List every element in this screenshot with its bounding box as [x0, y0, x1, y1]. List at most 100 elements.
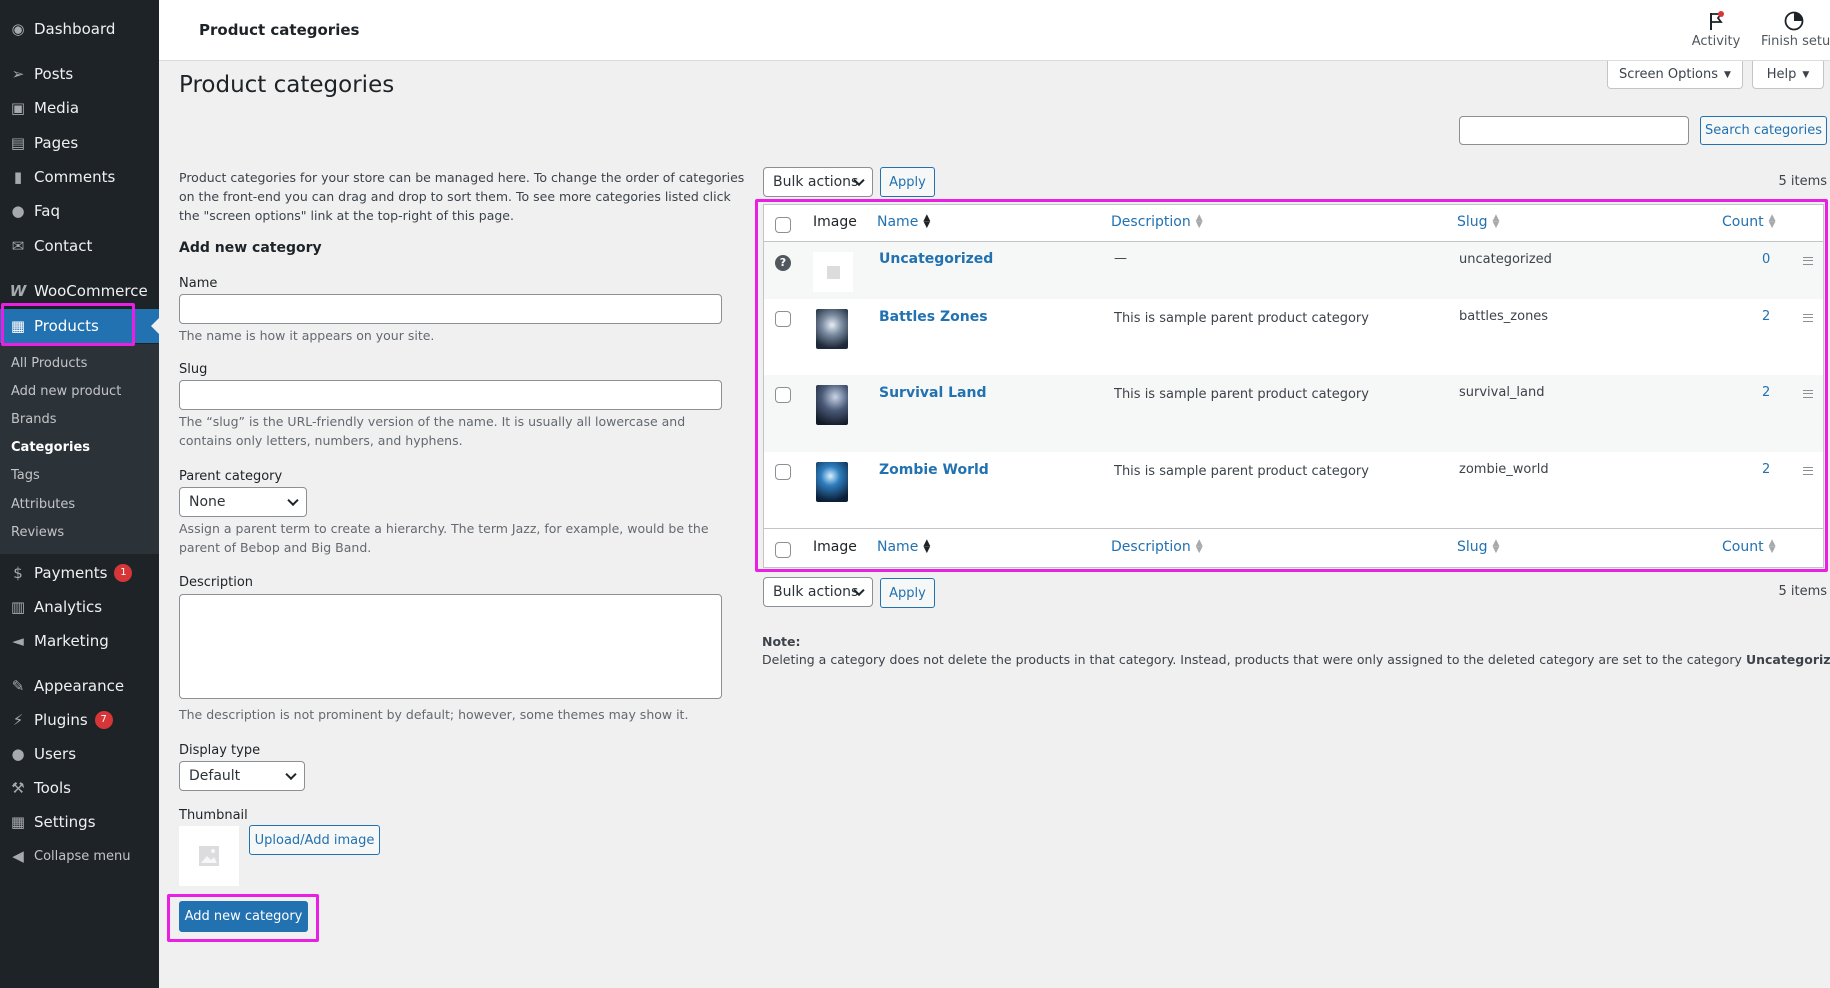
name-input[interactable]: [179, 294, 722, 324]
chevron-down-icon: [287, 494, 299, 507]
menu-users[interactable]: ● Users: [0, 737, 159, 771]
submenu-categories[interactable]: Categories: [11, 440, 90, 455]
help-button[interactable]: Help ▼: [1752, 61, 1824, 89]
products-submenu: All Products Add new product Brands Cate…: [0, 344, 159, 554]
categories-table: Image Name ▲ ▼ Description ▲ ▼ Slug ▲ ▼ Count ▲…: [763, 204, 1824, 568]
row-checkbox[interactable]: [775, 464, 791, 480]
display-type-select[interactable]: Default: [179, 761, 305, 791]
table-row[interactable]: ? Uncategorized — uncategorized 0: [764, 242, 1823, 299]
chevron-down-icon: [285, 768, 297, 781]
menu-posts[interactable]: ➢ Posts: [0, 57, 159, 91]
category-name-link[interactable]: Survival Land: [879, 385, 986, 401]
menu-products[interactable]: ▦ Products: [0, 309, 159, 343]
submenu-brands[interactable]: Brands: [11, 412, 57, 427]
submenu-tags[interactable]: Tags: [11, 468, 40, 483]
menu-faq[interactable]: ● Faq: [0, 194, 159, 228]
category-count-link[interactable]: 2: [1762, 385, 1770, 400]
drag-handle-icon[interactable]: [1803, 257, 1813, 265]
category-name-link[interactable]: Zombie World: [879, 462, 989, 478]
table-row[interactable]: Survival Land This is sample parent prod…: [764, 375, 1823, 452]
category-count-link[interactable]: 0: [1762, 252, 1770, 267]
add-new-category-heading: Add new category: [179, 240, 322, 256]
row-checkbox[interactable]: [775, 387, 791, 403]
items-count-top: 5 items: [1778, 174, 1827, 189]
dashboard-icon: ◉: [11, 20, 25, 38]
add-new-category-button[interactable]: Add new category: [179, 901, 308, 932]
slug-input[interactable]: [179, 380, 722, 410]
bulk-actions-select-bottom[interactable]: Bulk actions: [763, 577, 873, 607]
select-all-checkbox[interactable]: [775, 217, 791, 233]
sort-icon: ▲ ▼: [1195, 213, 1203, 230]
category-slug: battles_zones: [1459, 309, 1549, 324]
menu-dashboard[interactable]: ◉ Dashboard: [0, 12, 159, 46]
submenu-add-new-product[interactable]: Add new product: [11, 384, 121, 399]
category-name-link[interactable]: Uncategorized: [879, 251, 993, 267]
payments-badge: 1: [114, 564, 133, 582]
menu-collapse[interactable]: ◀ Collapse menu: [0, 839, 159, 873]
menu-pages[interactable]: ▤ Pages: [0, 126, 159, 160]
column-name[interactable]: Name ▲ ▼: [877, 213, 931, 231]
sort-icon: ▲ ▼: [1195, 538, 1203, 555]
column-name[interactable]: Name ▲ ▼: [877, 539, 930, 556]
select-all-checkbox-footer[interactable]: [775, 542, 791, 558]
sort-icon: ▲ ▼: [923, 213, 931, 230]
drag-handle-icon[interactable]: [1803, 314, 1813, 322]
bulk-actions-select-top[interactable]: Bulk actions: [763, 167, 873, 197]
menu-settings[interactable]: ▦ Settings: [0, 805, 159, 839]
menu-marketing[interactable]: ◄ Marketing: [0, 624, 159, 658]
menu-appearance[interactable]: ✎ Appearance: [0, 669, 159, 703]
category-count-link[interactable]: 2: [1762, 462, 1770, 477]
category-slug: survival_land: [1459, 385, 1545, 400]
column-slug[interactable]: Slug ▲ ▼: [1457, 538, 1500, 556]
table-row[interactable]: Zombie World This is sample parent produ…: [764, 452, 1823, 529]
category-slug: uncategorized: [1459, 252, 1552, 267]
menu-comments[interactable]: ▮ Comments: [0, 160, 159, 194]
search-categories-button[interactable]: Search categories: [1700, 116, 1827, 145]
drag-handle-icon[interactable]: [1803, 390, 1813, 398]
admin-sidebar: ◉ Dashboard ➢ Posts ▣ Media ▤ Pages ▮ Co…: [0, 0, 159, 988]
submenu-reviews[interactable]: Reviews: [11, 525, 64, 540]
upload-image-button[interactable]: Upload/Add image: [249, 825, 380, 855]
submenu-attributes[interactable]: Attributes: [11, 497, 75, 512]
table-row[interactable]: Battles Zones This is sample parent prod…: [764, 299, 1823, 375]
column-slug[interactable]: Slug ▲ ▼: [1457, 214, 1499, 231]
column-description[interactable]: Description ▲ ▼: [1111, 538, 1203, 556]
megaphone-icon: ◄: [12, 632, 24, 650]
column-count[interactable]: Count ▲ ▼: [1722, 214, 1776, 231]
screen-options-button[interactable]: Screen Options ▼: [1607, 61, 1743, 89]
chart-bar-icon: ▥: [10, 598, 26, 616]
menu-payments[interactable]: $ Payments 1: [0, 556, 159, 590]
menu-woocommerce[interactable]: W WooCommerce: [0, 274, 159, 308]
description-help: The description is not prominent by defa…: [179, 707, 689, 722]
image-placeholder-icon: [199, 846, 219, 866]
description-textarea[interactable]: [179, 594, 722, 699]
apply-button-top[interactable]: Apply: [880, 167, 935, 197]
category-description: This is sample parent product category: [1114, 387, 1369, 402]
apply-button-bottom[interactable]: Apply: [880, 578, 935, 608]
category-name-link[interactable]: Battles Zones: [879, 309, 988, 325]
column-image: Image: [813, 214, 857, 230]
table-footer: Image Name ▲ ▼ Description ▲ ▼ Slug ▲ ▼ Count ▲…: [764, 530, 1823, 567]
parent-category-select[interactable]: None: [179, 487, 307, 517]
menu-tools[interactable]: ⚒ Tools: [0, 771, 159, 805]
slug-label: Slug: [179, 362, 208, 377]
menu-plugins[interactable]: ⚡ Plugins 7: [0, 703, 159, 737]
search-input[interactable]: [1459, 116, 1689, 145]
column-description[interactable]: Description ▲ ▼: [1111, 213, 1203, 231]
menu-analytics[interactable]: ▥ Analytics: [0, 590, 159, 624]
topbar-title: Product categories: [199, 21, 360, 39]
thumbnail-label: Thumbnail: [179, 808, 248, 823]
plugins-badge: 7: [94, 711, 113, 729]
plug-icon: ⚡: [12, 711, 24, 729]
row-checkbox[interactable]: [775, 311, 791, 327]
menu-media[interactable]: ▣ Media: [0, 91, 159, 125]
finish-setup-button[interactable]: Finish setup: [1761, 10, 1830, 49]
submenu-all-products[interactable]: All Products: [11, 356, 87, 371]
activity-button[interactable]: Activity: [1681, 10, 1751, 49]
sort-icon: ▲ ▼: [1492, 538, 1500, 555]
menu-contact[interactable]: ✉ Contact: [0, 229, 159, 263]
column-count[interactable]: Count ▲ ▼: [1722, 539, 1776, 556]
category-count-link[interactable]: 2: [1762, 309, 1770, 324]
archive-icon: ▦: [10, 317, 26, 335]
drag-handle-icon[interactable]: [1803, 467, 1813, 475]
